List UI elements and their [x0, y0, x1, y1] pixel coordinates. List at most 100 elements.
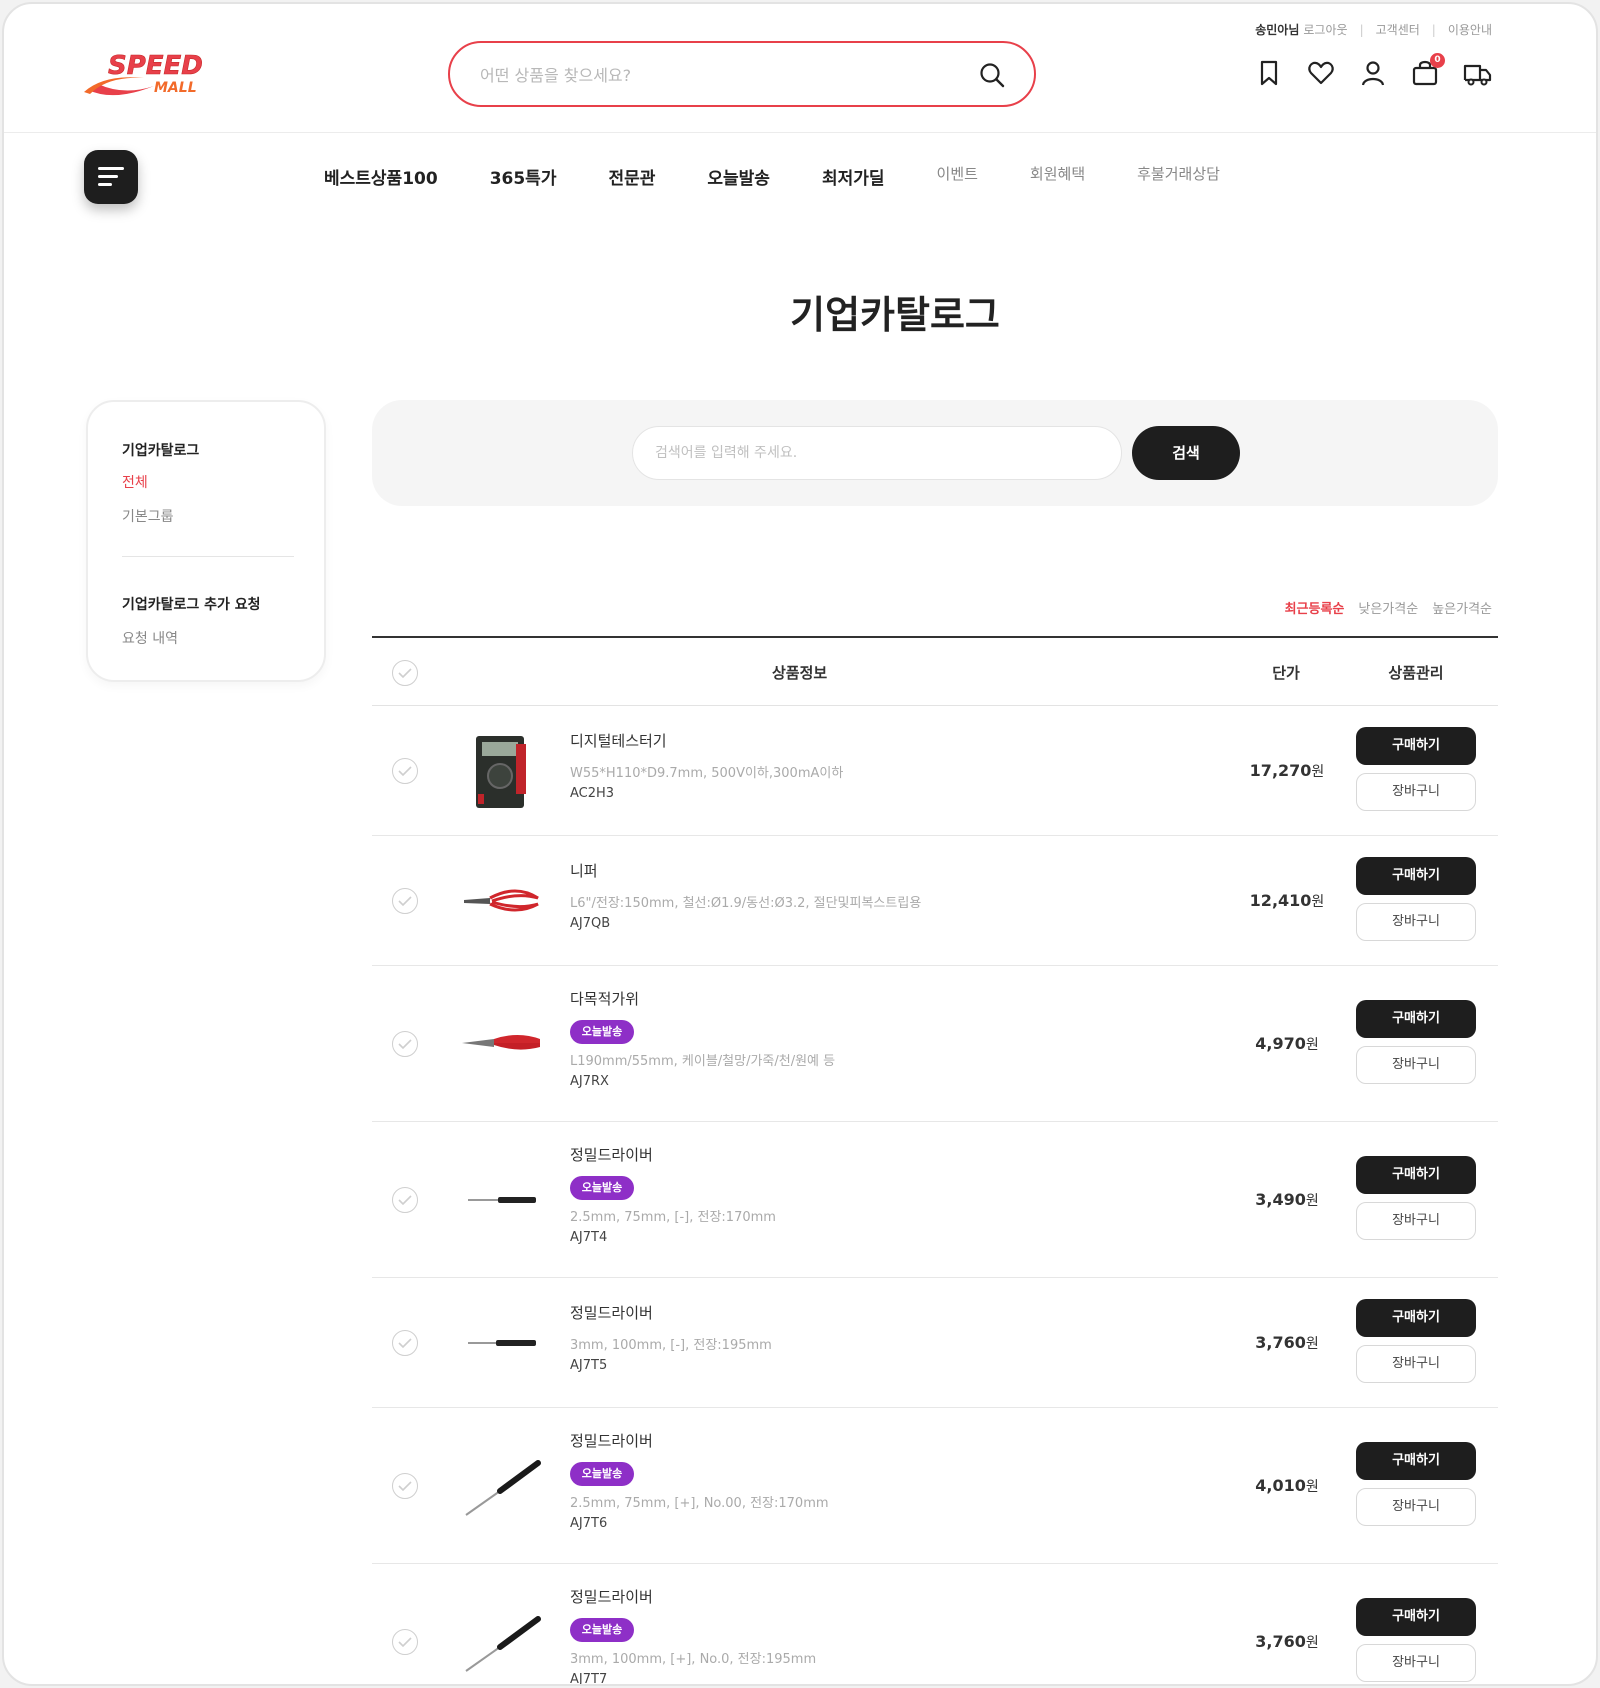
product-name[interactable]: 디지털테스터기 — [570, 730, 667, 751]
nav-deferred-consult[interactable]: 후불거래상담 — [1137, 164, 1220, 189]
product-name[interactable]: 니퍼 — [570, 860, 598, 881]
add-to-cart-button[interactable]: 장바구니 — [1356, 1644, 1476, 1682]
header-divider — [4, 132, 1596, 133]
guide-link[interactable]: 이용안내 — [1448, 21, 1492, 38]
row-checkbox[interactable] — [392, 1187, 418, 1213]
product-price: 3,760원 — [1255, 1632, 1319, 1651]
product-price: 3,760원 — [1255, 1333, 1319, 1352]
nav-today-shipping[interactable]: 오늘발송 — [707, 164, 770, 189]
customer-center-link[interactable]: 고객센터 — [1376, 21, 1420, 38]
search-icon[interactable] — [978, 61, 1006, 89]
select-all-checkbox[interactable] — [392, 660, 418, 686]
page-frame: SPEED MALL 송민아님 로그아웃 | 고객센터 | 이용안내 0 — [2, 2, 1598, 1686]
add-to-cart-button[interactable]: 장바구니 — [1356, 1046, 1476, 1084]
cart-icon[interactable]: 0 — [1410, 53, 1445, 88]
main-search-bar[interactable] — [448, 41, 1036, 107]
product-name[interactable]: 정밀드라이버 — [570, 1586, 653, 1607]
sort-low-price[interactable]: 낮은가격순 — [1358, 598, 1418, 617]
sort-high-price[interactable]: 높은가격순 — [1432, 598, 1492, 617]
header-unit-price: 단가 — [1272, 664, 1300, 682]
row-checkbox[interactable] — [392, 1629, 418, 1655]
svg-text:SPEED: SPEED — [108, 51, 203, 81]
add-to-cart-button[interactable]: 장바구니 — [1356, 1202, 1476, 1240]
product-spec: 2.5mm, 75mm, [+], No.00, 전장:170mm — [570, 1496, 829, 1511]
sidebar-item-all[interactable]: 전체 — [122, 472, 148, 492]
sidebar-title-add-request[interactable]: 기업카탈로그 추가 요청 — [122, 594, 261, 614]
truck-icon[interactable] — [1462, 58, 1492, 88]
row-checkbox[interactable] — [392, 1330, 418, 1356]
today-shipping-badge: 오늘발송 — [570, 1176, 634, 1200]
main-search-input[interactable] — [480, 61, 960, 89]
buy-button[interactable]: 구매하기 — [1356, 1442, 1476, 1480]
nav-event[interactable]: 이벤트 — [937, 164, 978, 189]
product-spec: 3mm, 100mm, [+], No.0, 전장:195mm — [570, 1652, 817, 1667]
category-menu-button[interactable] — [84, 150, 138, 204]
user-name: 송민아님 — [1255, 23, 1300, 37]
divider: | — [1431, 22, 1436, 37]
menu-line — [98, 175, 118, 178]
sort-recent[interactable]: 최근등록순 — [1285, 598, 1345, 617]
heart-icon[interactable] — [1306, 58, 1336, 88]
table-row: 다목적가위 오늘발송 L190mm/55mm, 케이블/철망/가죽/천/원예 등… — [372, 966, 1498, 1122]
row-checkbox[interactable] — [392, 1031, 418, 1057]
catalog-search-button[interactable]: 검색 — [1132, 426, 1240, 480]
speed-mall-logo[interactable]: SPEED MALL — [84, 46, 224, 102]
product-image[interactable] — [460, 1302, 542, 1384]
cart-count-badge: 0 — [1430, 53, 1445, 68]
table-header: 상품정보 단가 상품관리 — [372, 636, 1498, 706]
nav-lowest-deal[interactable]: 최저가딜 — [822, 164, 885, 189]
product-code: AJ7T6 — [570, 1516, 608, 1531]
product-code: AJ7QB — [570, 916, 611, 931]
add-to-cart-button[interactable]: 장바구니 — [1356, 903, 1476, 941]
nav-specialty[interactable]: 전문관 — [608, 164, 655, 189]
buy-button[interactable]: 구매하기 — [1356, 1156, 1476, 1194]
product-price: 4,970원 — [1255, 1034, 1319, 1053]
table-body: 디지털테스터기 W55*H110*D9.7mm, 500V이하,300mA이하 … — [372, 706, 1498, 1684]
product-name[interactable]: 다목적가위 — [570, 988, 639, 1009]
today-shipping-badge: 오늘발송 — [570, 1462, 634, 1486]
row-checkbox[interactable] — [392, 888, 418, 914]
buy-button[interactable]: 구매하기 — [1356, 1000, 1476, 1038]
product-code: AC2H3 — [570, 786, 615, 801]
product-table: 상품정보 단가 상품관리 디지털테스터기 W55*H110*D9.7mm, 50… — [372, 636, 1498, 1684]
product-image[interactable] — [460, 730, 542, 812]
nav-365-special[interactable]: 365특가 — [490, 164, 557, 189]
add-to-cart-button[interactable]: 장바구니 — [1356, 1488, 1476, 1526]
logout-link[interactable]: 로그아웃 — [1303, 21, 1347, 38]
add-to-cart-button[interactable]: 장바구니 — [1356, 1345, 1476, 1383]
product-name[interactable]: 정밀드라이버 — [570, 1430, 653, 1451]
product-image[interactable] — [460, 1003, 542, 1085]
nav-best100[interactable]: 베스트상품100 — [324, 164, 438, 189]
menu-line — [98, 167, 124, 170]
buy-button[interactable]: 구매하기 — [1356, 857, 1476, 895]
table-row: 니퍼 L6"/전장:150mm, 철선:Ø1.9/동선:Ø3.2, 절단및피복스… — [372, 836, 1498, 966]
buy-button[interactable]: 구매하기 — [1356, 727, 1476, 765]
product-name[interactable]: 정밀드라이버 — [570, 1302, 653, 1323]
product-image[interactable] — [460, 1159, 542, 1241]
page-title-wrap: 기업카탈로그 — [4, 284, 1596, 339]
nav-member-benefits[interactable]: 회원혜택 — [1030, 164, 1085, 189]
product-image[interactable] — [460, 1601, 542, 1683]
today-shipping-badge: 오늘발송 — [570, 1020, 634, 1044]
catalog-search-input[interactable] — [632, 426, 1122, 480]
product-image[interactable] — [460, 860, 542, 942]
catalog-search-box: 검색 — [372, 400, 1498, 506]
user-icon[interactable] — [1358, 58, 1388, 88]
product-spec: W55*H110*D9.7mm, 500V이하,300mA이하 — [570, 766, 844, 781]
add-to-cart-button[interactable]: 장바구니 — [1356, 773, 1476, 811]
buy-button[interactable]: 구매하기 — [1356, 1299, 1476, 1337]
table-row: 정밀드라이버 오늘발송 2.5mm, 75mm, [+], No.00, 전장:… — [372, 1408, 1498, 1564]
table-row: 정밀드라이버 오늘발송 3mm, 100mm, [+], No.0, 전장:19… — [372, 1564, 1498, 1684]
sidebar-item-basic-group[interactable]: 기본그룹 — [122, 506, 174, 526]
product-spec: 3mm, 100mm, [-], 전장:195mm — [570, 1338, 772, 1353]
product-price: 12,410원 — [1249, 891, 1325, 910]
row-checkbox[interactable] — [392, 758, 418, 784]
sidebar-item-request-history[interactable]: 요청 내역 — [122, 628, 178, 648]
top-links: 송민아님 로그아웃 | 고객센터 | 이용안내 — [1255, 21, 1492, 38]
bookmark-icon[interactable] — [1254, 58, 1284, 88]
buy-button[interactable]: 구매하기 — [1356, 1598, 1476, 1636]
product-name[interactable]: 정밀드라이버 — [570, 1144, 653, 1165]
row-checkbox[interactable] — [392, 1473, 418, 1499]
product-image[interactable] — [460, 1445, 542, 1527]
sidebar-title-catalog[interactable]: 기업카탈로그 — [122, 440, 199, 460]
